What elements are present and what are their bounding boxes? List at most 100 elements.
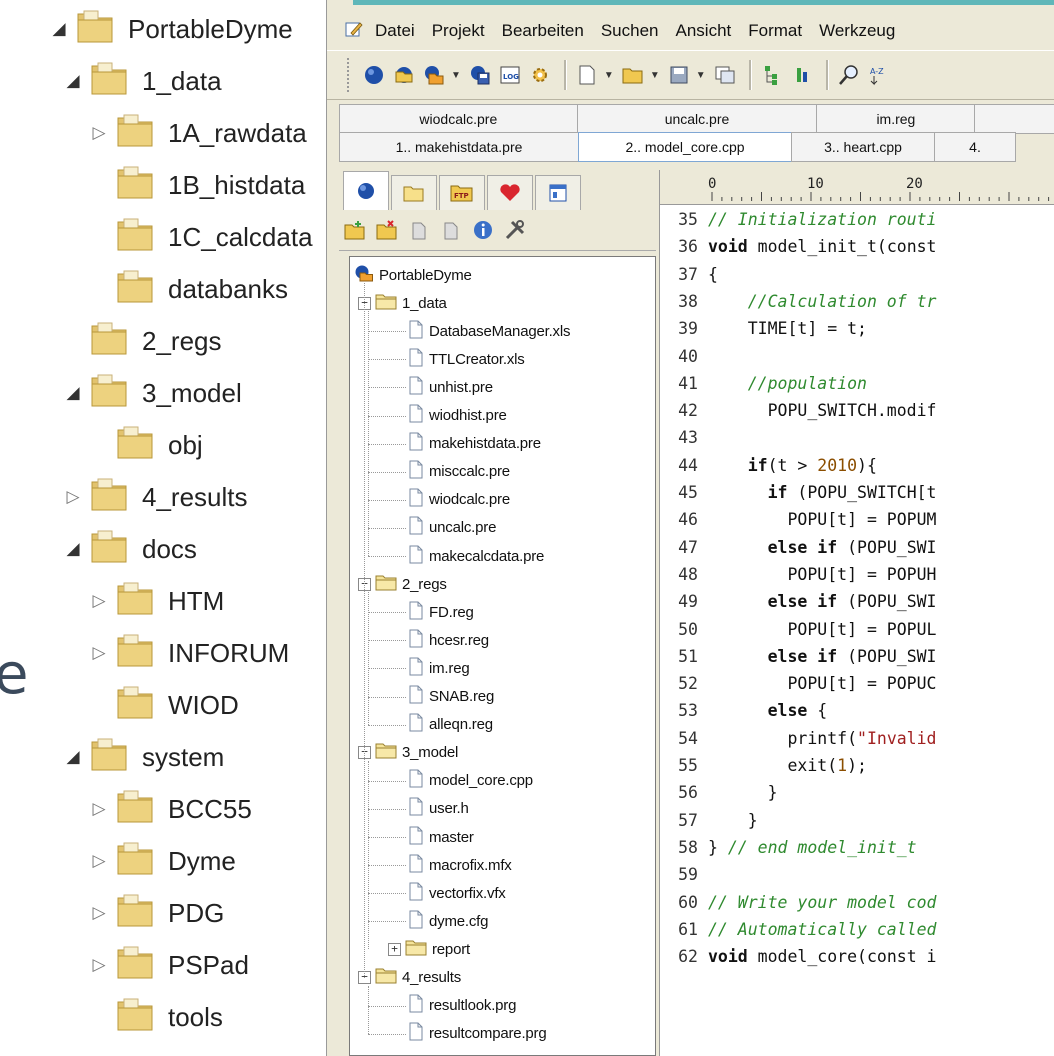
code-line[interactable]: 52 POPU[t] = POPUC — [668, 674, 936, 701]
explorer-folder-row[interactable]: ▷ 1A_rawdata — [88, 108, 307, 158]
code-line[interactable]: 51 else if (POPU_SWI — [668, 647, 936, 674]
document-tab[interactable] — [974, 104, 1054, 134]
project-file-item[interactable]: SNAB.reg — [408, 683, 494, 711]
explorer-folder-row[interactable]: ◢ 3_model — [62, 368, 242, 418]
menu-item[interactable]: Datei — [375, 21, 415, 41]
project-cube-icon[interactable] — [361, 61, 387, 89]
tree-structure-icon[interactable] — [759, 61, 785, 89]
code-line[interactable]: 36 void model_init_t(const — [668, 237, 936, 264]
sort-az-icon[interactable]: A-Z — [866, 61, 892, 89]
project-folder-item[interactable]: −4_results — [358, 964, 461, 992]
code-line[interactable]: 54 printf("Invalid — [668, 729, 936, 756]
document-tab[interactable]: 3.. heart.cpp — [791, 132, 935, 162]
dropdown-arrow-icon[interactable]: ▼ — [696, 70, 706, 81]
remove-project-icon[interactable] — [375, 218, 399, 242]
explorer-folder-row[interactable]: ▷ 4_results — [62, 472, 248, 522]
expanded-triangle-icon[interactable]: ◢ — [62, 539, 84, 559]
menu-item[interactable]: Bearbeiten — [502, 21, 584, 41]
log-icon[interactable]: LOG — [497, 61, 523, 89]
code-line[interactable]: 40 — [668, 347, 708, 374]
menu-item[interactable]: Ansicht — [676, 21, 732, 41]
copy-windows-icon[interactable] — [712, 61, 738, 89]
document-tab[interactable]: wiodcalc.pre — [339, 104, 578, 134]
code-line[interactable]: 38 //Calculation of tr — [668, 292, 936, 319]
search-icon[interactable] — [836, 61, 862, 89]
explorer-folder-row[interactable]: ▷ INFORUM — [88, 628, 289, 678]
document-tab[interactable]: im.reg — [816, 104, 976, 134]
project-file-item[interactable]: macrofix.mfx — [408, 851, 512, 879]
expanded-triangle-icon[interactable]: ◢ — [62, 747, 84, 767]
code-line[interactable]: 62 void model_core(const i — [668, 947, 936, 974]
explorer-folder-row[interactable]: ◢ system — [62, 732, 224, 782]
project-file-item[interactable]: FD.reg — [408, 598, 474, 626]
project-file-item[interactable]: makehistdata.pre — [408, 430, 541, 458]
add-file-icon[interactable] — [407, 218, 431, 242]
toolbar-grip[interactable] — [347, 58, 353, 92]
collapsed-triangle-icon[interactable]: ▷ — [88, 591, 110, 611]
save-disk-icon[interactable] — [666, 61, 692, 89]
code-line[interactable]: 57 } — [668, 811, 758, 838]
expanded-triangle-icon[interactable]: ◢ — [48, 19, 70, 39]
explorer-folder-row[interactable]: 2_regs — [62, 316, 222, 366]
menu-item[interactable]: Werkzeug — [819, 21, 895, 41]
document-tab[interactable]: 1.. makehistdata.pre — [339, 132, 579, 162]
dropdown-arrow-icon[interactable]: ▼ — [604, 70, 614, 81]
explorer-folder-row[interactable]: 1C_calcdata — [88, 212, 313, 262]
code-line[interactable]: 44 if(t > 2010){ — [668, 456, 877, 483]
project-file-item[interactable]: unhist.pre — [408, 373, 493, 401]
tools-icon[interactable] — [503, 218, 527, 242]
collapsed-triangle-icon[interactable]: ▷ — [88, 851, 110, 871]
open-project-icon[interactable] — [391, 61, 417, 89]
clip-tab-icon[interactable] — [535, 175, 581, 210]
explorer-folder-row[interactable]: ▷ PDG — [88, 888, 224, 938]
project-file-item[interactable]: DatabaseManager.xls — [408, 317, 570, 345]
files-tab-folder-icon[interactable] — [391, 175, 437, 210]
code-line[interactable]: 42 POPU_SWITCH.modif — [668, 401, 936, 428]
remove-file-icon[interactable] — [439, 218, 463, 242]
explorer-folder-row[interactable]: ▷ BCC55 — [88, 784, 252, 834]
pencil-icon[interactable] — [345, 20, 363, 43]
expanded-triangle-icon[interactable]: ◢ — [62, 71, 84, 91]
project-file-item[interactable]: dyme.cfg — [408, 907, 488, 935]
collapsed-triangle-icon[interactable]: ▷ — [88, 643, 110, 663]
project-file-item[interactable]: alleqn.reg — [408, 711, 493, 739]
project-file-item[interactable]: hcesr.reg — [408, 626, 489, 654]
project-file-item[interactable]: resultlook.prg — [408, 992, 516, 1020]
project-file-item[interactable]: master — [408, 823, 474, 851]
explorer-folder-row[interactable]: ▷ PSPad — [88, 940, 249, 990]
document-tab[interactable]: 4. — [934, 132, 1016, 162]
document-tab[interactable]: 2.. model_core.cpp — [578, 132, 792, 162]
code-line[interactable]: 45 if (POPU_SWITCH[t — [668, 483, 936, 510]
project-file-item[interactable]: user.h — [408, 795, 469, 823]
project-file-item[interactable]: uncalc.pre — [408, 514, 496, 542]
ftp-tab-icon[interactable]: FTP — [439, 175, 485, 210]
info-icon[interactable] — [471, 218, 495, 242]
menu-item[interactable]: Projekt — [432, 21, 485, 41]
code-line[interactable]: 59 — [668, 865, 708, 892]
code-line[interactable]: 48 POPU[t] = POPUH — [668, 565, 936, 592]
code-line[interactable]: 50 POPU[t] = POPUL — [668, 620, 936, 647]
dropdown-arrow-icon[interactable]: ▼ — [451, 70, 461, 81]
new-file-icon[interactable] — [574, 61, 600, 89]
code-line[interactable]: 39 TIME[t] = t; — [668, 319, 867, 346]
project-file-item[interactable]: vectorfix.vfx — [408, 879, 506, 907]
explorer-folder-row[interactable]: tools — [88, 992, 223, 1042]
explorer-folder-row[interactable]: obj — [88, 420, 203, 470]
project-root-item[interactable]: PortableDyme — [354, 261, 472, 289]
project-file-item[interactable]: wiodcalc.pre — [408, 486, 510, 514]
code-line[interactable]: 55 exit(1); — [668, 756, 867, 783]
project-file-item[interactable]: misccalc.pre — [408, 458, 510, 486]
project-file-item[interactable]: makecalcdata.pre — [408, 542, 544, 570]
project-folder-item[interactable]: −3_model — [358, 739, 458, 767]
document-tab[interactable]: uncalc.pre — [576, 104, 818, 134]
code-line[interactable]: 49 else if (POPU_SWI — [668, 592, 936, 619]
project-folder-item[interactable]: + report — [388, 935, 470, 963]
collapsed-triangle-icon[interactable]: ▷ — [88, 955, 110, 975]
expand-toggle-icon[interactable]: + — [388, 942, 401, 956]
code-line[interactable]: 35 // Initialization routi — [668, 210, 936, 237]
menu-item[interactable]: Format — [748, 21, 802, 41]
code-line[interactable]: 58} // end model_init_t — [668, 838, 917, 865]
code-editor[interactable]: 0 10 20 35 // Initialization routi 36 void mo… — [659, 170, 1054, 1056]
open-folder-icon[interactable] — [620, 61, 646, 89]
project-file-item[interactable]: model_core.cpp — [408, 767, 533, 795]
